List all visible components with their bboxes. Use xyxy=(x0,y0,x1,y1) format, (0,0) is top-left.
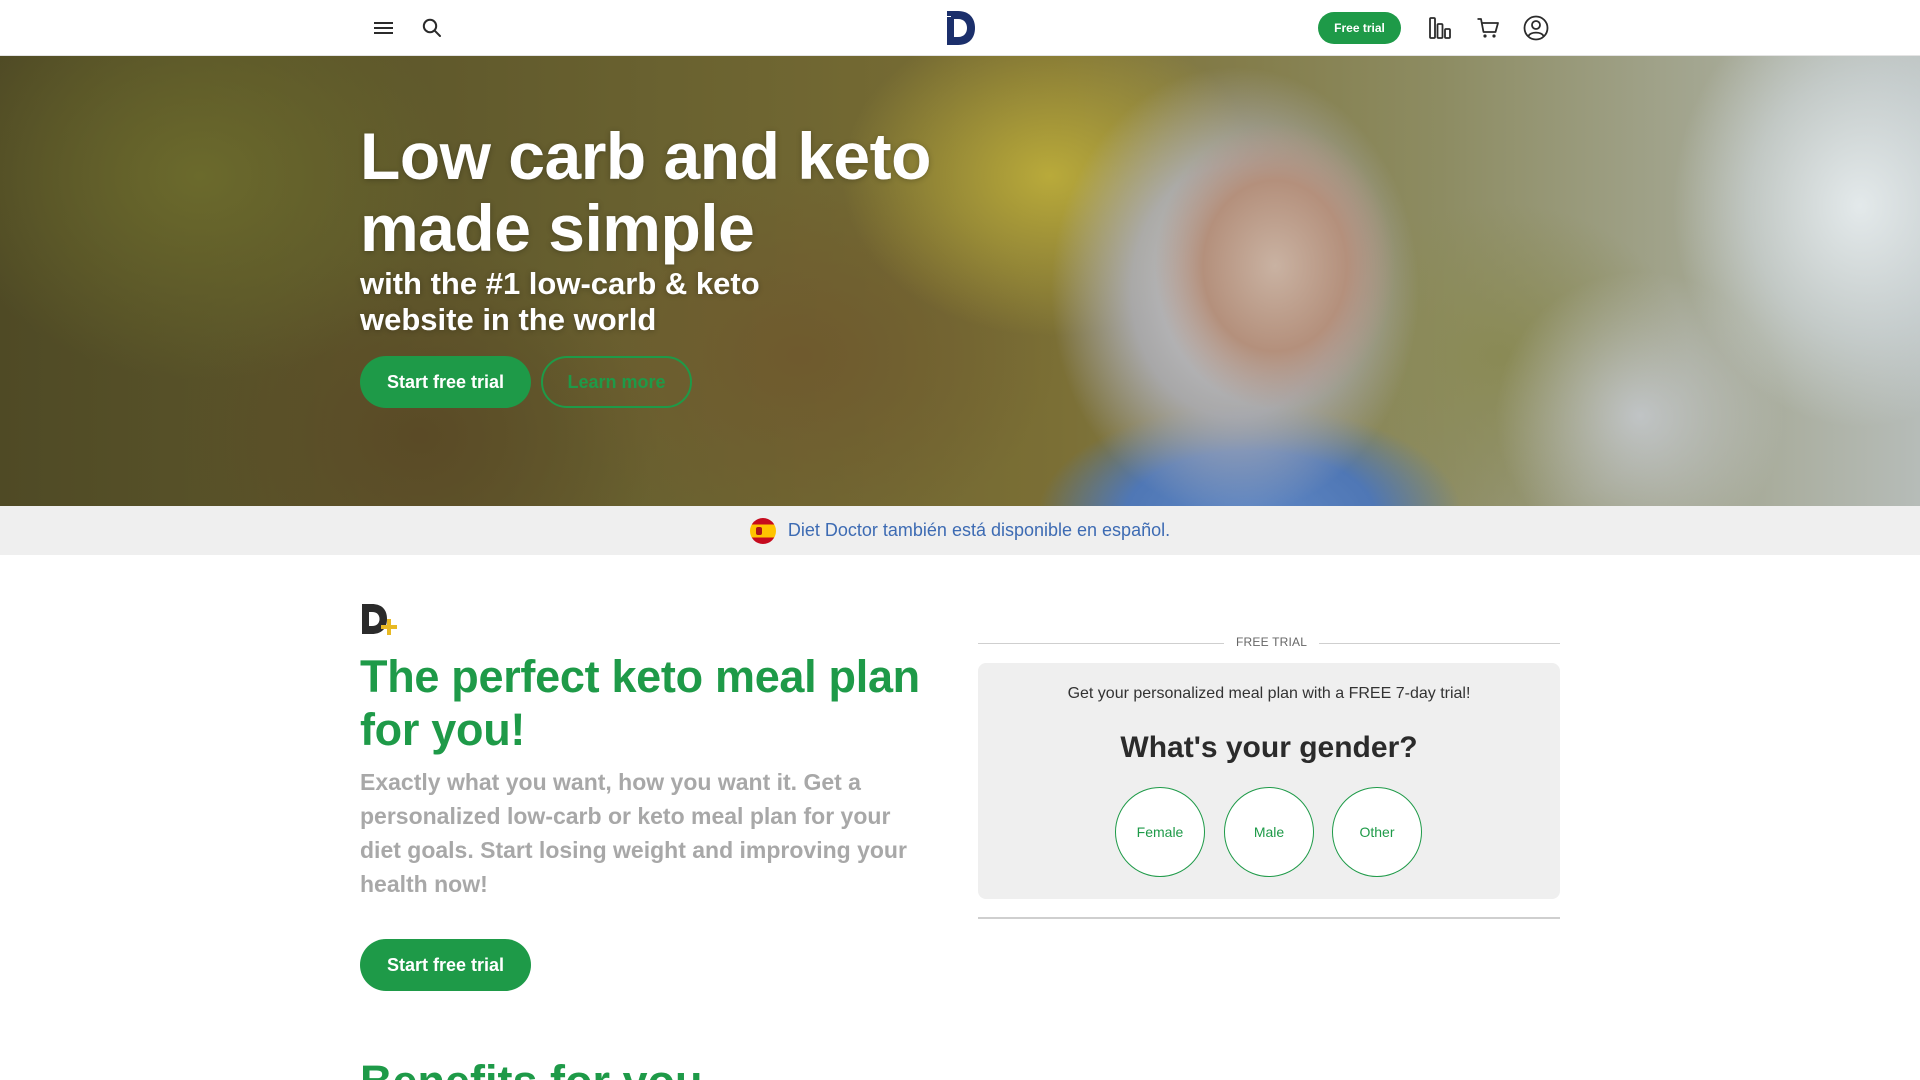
bar-chart-icon[interactable] xyxy=(1424,12,1456,44)
hero-title: Low carb and keto made simple xyxy=(360,119,931,265)
search-icon[interactable] xyxy=(416,12,448,44)
gender-option-male[interactable]: Male xyxy=(1224,787,1314,877)
benefits-title: Benefits for you xyxy=(360,1055,703,1080)
user-account-icon[interactable] xyxy=(1520,12,1552,44)
hero-subtitle: with the #1 low-carb & keto website in t… xyxy=(360,266,760,337)
hero-start-free-trial-button[interactable]: Start free trial xyxy=(360,356,531,408)
spain-flag-icon xyxy=(749,517,776,544)
gender-option-other[interactable]: Other xyxy=(1332,787,1422,877)
language-banner: Diet Doctor también está disponible en e… xyxy=(0,506,1920,555)
dd-plus-logo xyxy=(360,603,402,639)
diet-doctor-logo[interactable] xyxy=(943,9,977,47)
hero-learn-more-button[interactable]: Learn more xyxy=(541,356,692,408)
gender-question: What's your gender? xyxy=(1120,731,1418,764)
gender-option-female[interactable]: Female xyxy=(1115,787,1205,877)
free-trial-card: Get your personalized meal plan with a F… xyxy=(978,663,1560,899)
hamburger-menu-icon[interactable] xyxy=(368,12,400,44)
free-trial-promo-text: Get your personalized meal plan with a F… xyxy=(1067,685,1471,702)
free-trial-label: FREE TRIAL xyxy=(1224,635,1320,649)
hero-banner: Low carb and keto made simple with the #… xyxy=(0,56,1920,506)
free-trial-bottom-divider xyxy=(978,917,1560,919)
shopping-cart-icon[interactable] xyxy=(1472,12,1504,44)
header-free-trial-button[interactable]: Free trial xyxy=(1318,12,1401,44)
spanish-site-link[interactable]: Diet Doctor también está disponible en e… xyxy=(788,520,1170,541)
meal-plan-start-free-trial-button[interactable]: Start free trial xyxy=(360,939,531,991)
meal-plan-description: Exactly what you want, how you want it. … xyxy=(360,769,907,897)
meal-plan-title: The perfect keto meal plan for you! xyxy=(360,651,920,755)
top-navigation-bar: Free trial xyxy=(0,0,1920,56)
